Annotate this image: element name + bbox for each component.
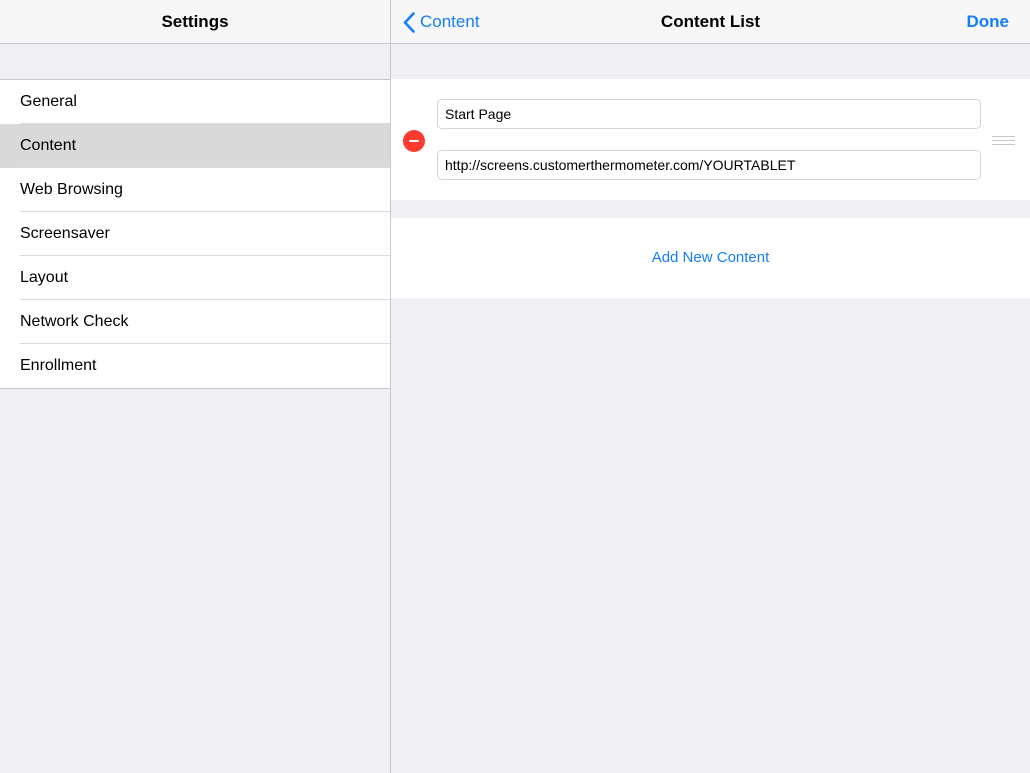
content-title-field[interactable] [437, 99, 981, 129]
done-button[interactable]: Done [967, 0, 1010, 44]
page-title: Content List [660, 12, 761, 31]
sidebar-item-network-check[interactable]: Network Check [0, 300, 390, 344]
sidebar-item-web-browsing[interactable]: Web Browsing [0, 168, 390, 212]
content-url-field[interactable] [437, 150, 981, 180]
chevron-left-icon [403, 11, 415, 33]
settings-sidebar: Settings General Content Web Browsing Sc… [0, 0, 391, 773]
content-list-navbar: Content Content List Done [391, 0, 1030, 44]
sidebar-item-layout[interactable]: Layout [0, 256, 390, 300]
split-view: Settings General Content Web Browsing Sc… [0, 0, 1030, 773]
settings-menu: General Content Web Browsing Screensaver… [0, 79, 390, 389]
back-button[interactable]: Content [403, 0, 480, 44]
reorder-handle-icon[interactable] [992, 136, 1015, 145]
settings-title: Settings [161, 12, 229, 31]
add-content-section: Add New Content [391, 218, 1030, 298]
back-button-label: Content [420, 12, 480, 31]
minus-circle-icon[interactable] [403, 130, 425, 152]
settings-navbar: Settings [0, 0, 390, 44]
sidebar-item-content[interactable]: Content [0, 124, 390, 168]
content-list-pane: Content Content List Done Add New Conten… [391, 0, 1030, 773]
sidebar-item-enrollment[interactable]: Enrollment [0, 344, 390, 388]
add-new-content-button[interactable]: Add New Content [652, 249, 770, 266]
sidebar-item-screensaver[interactable]: Screensaver [0, 212, 390, 256]
sidebar-item-general[interactable]: General [0, 80, 390, 124]
content-item [391, 79, 1030, 200]
